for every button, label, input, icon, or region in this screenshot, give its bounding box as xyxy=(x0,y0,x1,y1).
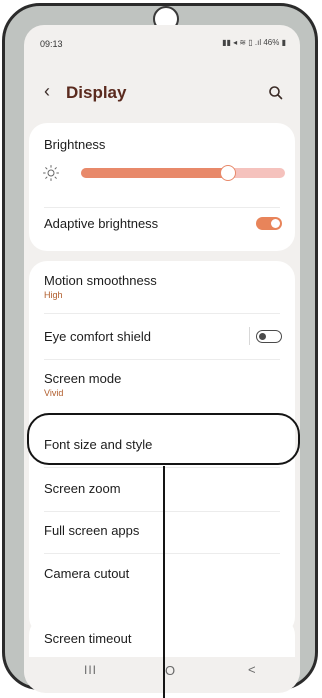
adaptive-brightness-label: Adaptive brightness xyxy=(44,216,159,231)
screen-timeout-label: Screen timeout xyxy=(44,631,132,646)
home-button[interactable]: O xyxy=(165,663,175,678)
battery-icon: ▮ xyxy=(281,38,286,47)
eye-comfort-shield-label: Eye comfort shield xyxy=(44,329,151,344)
adaptive-brightness-toggle[interactable] xyxy=(256,217,282,230)
brightness-thumb[interactable] xyxy=(220,165,236,181)
divider xyxy=(44,207,280,208)
screen-timeout-row[interactable]: Screen timeout xyxy=(44,631,280,646)
brightness-label: Brightness xyxy=(44,137,106,152)
divider xyxy=(44,359,280,360)
eye-comfort-shield-toggle[interactable] xyxy=(256,330,282,343)
back-arrow-icon[interactable]: ‹ xyxy=(44,81,50,102)
search-icon[interactable] xyxy=(266,83,286,103)
navigation-bar: III O < xyxy=(24,657,300,687)
battery-percent: 46% xyxy=(263,38,280,47)
status-bar: 09:13 ▮▮ ◂ ≋ ▯ .ıl 46% ▮ xyxy=(24,25,300,61)
brightness-slider[interactable] xyxy=(81,165,285,181)
divider xyxy=(44,313,280,314)
highlight-callout xyxy=(27,413,300,465)
camera-cutout-label: Camera cutout xyxy=(44,566,130,581)
status-icons: ▮▮ ◂ ≋ ▯ .ıl 46% ▮ xyxy=(222,38,286,47)
back-button[interactable]: < xyxy=(248,662,256,677)
divider xyxy=(44,467,280,468)
sun-icon xyxy=(43,165,59,181)
full-screen-apps-label: Full screen apps xyxy=(44,523,140,538)
motion-smoothness-row[interactable]: Motion smoothness High xyxy=(44,273,280,300)
toggle-knob xyxy=(259,332,266,340)
full-screen-apps-row[interactable]: Full screen apps xyxy=(44,523,280,538)
screen-mode-label: Screen mode xyxy=(44,371,122,386)
notification-icons: ▮▮ ◂ ≋ ▯ .ıl xyxy=(222,38,262,47)
app-header: ‹ Display xyxy=(24,77,300,113)
motion-smoothness-value: High xyxy=(44,290,63,300)
page-title: Display xyxy=(66,83,127,102)
screen: 09:13 ▮▮ ◂ ≋ ▯ .ıl 46% ▮ ‹ Display Brigh… xyxy=(24,25,300,693)
brightness-fill xyxy=(81,168,228,178)
divider xyxy=(44,553,280,554)
recents-button[interactable]: III xyxy=(84,663,97,677)
eye-comfort-shield-row[interactable]: Eye comfort shield xyxy=(44,329,280,344)
camera-cutout-row[interactable]: Camera cutout xyxy=(44,566,280,581)
screen-zoom-row[interactable]: Screen zoom xyxy=(44,481,280,496)
adaptive-brightness-row[interactable]: Adaptive brightness xyxy=(44,216,280,231)
brightness-card: Brightness Adaptive brightness xyxy=(29,123,295,251)
toggle-separator xyxy=(249,327,250,345)
status-time: 09:13 xyxy=(40,39,63,49)
divider xyxy=(44,511,280,512)
screen-zoom-label: Screen zoom xyxy=(44,481,121,496)
callout-pointer-line xyxy=(163,466,165,698)
toggle-knob xyxy=(271,219,280,228)
screen-mode-row[interactable]: Screen mode Vivid xyxy=(44,371,280,398)
phone-frame: 09:13 ▮▮ ◂ ≋ ▯ .ıl 46% ▮ ‹ Display Brigh… xyxy=(2,3,318,693)
motion-smoothness-label: Motion smoothness xyxy=(44,273,157,288)
screen-mode-value: Vivid xyxy=(44,388,64,398)
brightness-row: Brightness xyxy=(44,137,280,152)
